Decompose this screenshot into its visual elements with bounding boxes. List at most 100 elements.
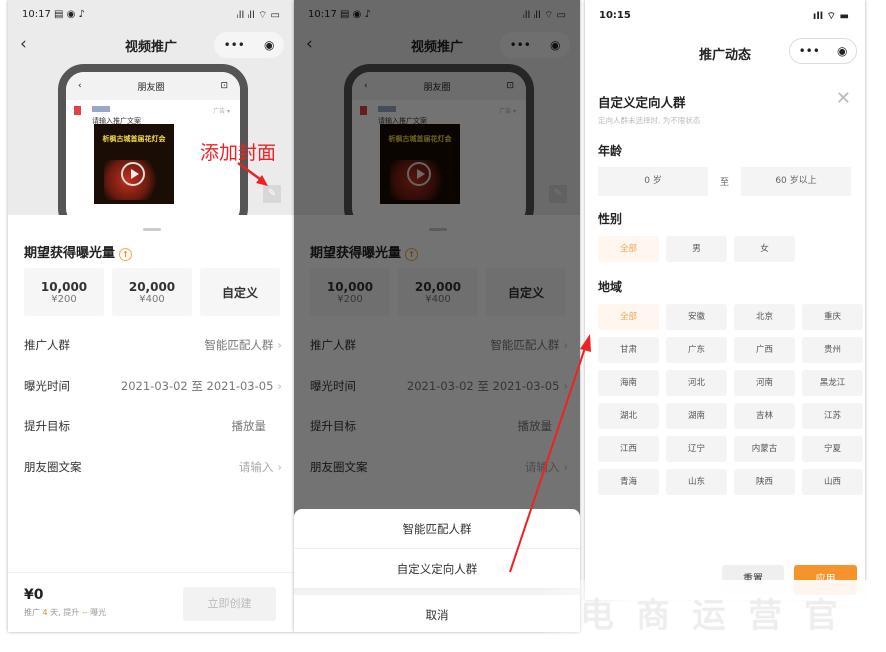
option-price: ¥400 — [139, 293, 165, 305]
row-goal: 提升目标 播放量 — [24, 418, 282, 438]
region-chip[interactable]: 陕西 — [734, 469, 795, 495]
summary-suffix: 曝光 — [87, 608, 107, 617]
gender-options: 全部男女 — [598, 236, 851, 262]
dialog-title: 自定义定向人群 — [598, 95, 686, 110]
row-label: 朋友圈文案 — [24, 460, 82, 474]
edit-cover-button[interactable]: ✎ — [263, 185, 281, 203]
region-chip[interactable]: 江苏 — [802, 403, 863, 429]
preview-header: ‹ 朋友圈 ⊡ — [66, 72, 240, 100]
more-icon[interactable]: ••• — [799, 44, 820, 58]
region-title: 地域 — [598, 280, 623, 294]
age-separator: 至 — [719, 178, 729, 188]
region-chip[interactable]: 湖北 — [598, 403, 659, 429]
exposure-option[interactable]: 10,000 ¥200 — [24, 268, 104, 316]
record-icon[interactable]: ◉ — [264, 38, 274, 52]
row-exposure-time[interactable]: 曝光时间 2021-03-02 至 2021-03-05 › — [24, 378, 282, 398]
region-chip[interactable]: 辽宁 — [666, 436, 727, 462]
exposure-options: 10,000¥200 20,000¥400 自定义 — [24, 268, 280, 316]
row-value: 2021-03-02 至 2021-03-05 — [120, 379, 274, 393]
region-chip[interactable]: 广西 — [734, 337, 795, 363]
panel-video-promotion: 10:17 ▤ ◉ ♪ ᵢll ᵢll ⌔ ▭ ‹ 视频推广 ••• ◉ ‹ 朋… — [8, 0, 294, 632]
exposure-option[interactable]: 20,000 ¥400 — [112, 268, 192, 316]
video-thumbnail[interactable]: 析枫古城首届花灯会 — [94, 124, 174, 204]
region-chip[interactable]: 青海 — [598, 469, 659, 495]
region-chip[interactable]: 内蒙古 — [734, 436, 795, 462]
footer-bar: ¥0 推广 4 天, 提升 -- 曝光 立即创建 — [8, 572, 294, 632]
dialog-hint: 定向人群未选择时, 为不限状态 — [598, 116, 701, 125]
total-price: ¥0 — [24, 587, 44, 603]
preview-post: 广告 ▾ 请输入推广文案 — [66, 100, 240, 125]
row-label: 提升目标 — [24, 419, 70, 433]
gender-chip[interactable]: 全部 — [598, 236, 659, 262]
video-title: 析枫古城首届花灯会 — [102, 135, 166, 143]
region-chip[interactable]: 河北 — [666, 370, 727, 396]
region-chip[interactable]: 甘肃 — [598, 337, 659, 363]
annotation-add-cover: 添加封面 — [200, 142, 277, 164]
camera-icon: ⊡ — [220, 81, 228, 91]
region-options: 全部 安徽 北京 重庆甘肃 广东 广西 贵州海南 河北 河南 黑龙江湖北 湖南 吉林 江苏江西 辽宁 内蒙古… — [598, 304, 863, 495]
preview-area: 10:17 ▤ ◉ ♪ ᵢll ᵢll ⌔ ▭ ‹ 视频推广 ••• ◉ ‹ 朋… — [8, 0, 294, 234]
summary-text: 推广 4 天, 提升 -- 曝光 — [24, 607, 106, 618]
ad-tag: 广告 ▾ — [213, 108, 230, 115]
status-bar: 10:17 ▤ ◉ ♪ ᵢll ᵢll ⌔ ▭ — [22, 9, 280, 22]
custom-option[interactable]: 自定义 — [200, 268, 280, 316]
record-icon[interactable]: ◉ — [837, 44, 847, 58]
region-chip[interactable]: 黑龙江 — [802, 370, 863, 396]
gender-chip[interactable]: 女 — [734, 236, 795, 262]
region-chip[interactable]: 北京 — [734, 304, 795, 330]
action-smart-audience[interactable]: 智能匹配人群 — [294, 509, 580, 549]
chevron-right-icon: › — [277, 460, 282, 474]
region-chip[interactable]: 宁夏 — [802, 436, 863, 462]
region-chip[interactable]: 江西 — [598, 436, 659, 462]
region-chip[interactable]: 山西 — [802, 469, 863, 495]
avatar — [74, 106, 81, 115]
watermark: 电商运营官 — [540, 580, 886, 652]
summary-mid: 天, 提升 — [47, 608, 82, 617]
chevron-right-icon: › — [277, 379, 282, 393]
region-chip[interactable]: 安徽 — [666, 304, 727, 330]
capsule-menu: ••• ◉ — [214, 32, 284, 58]
region-chip[interactable]: 贵州 — [802, 337, 863, 363]
age-range: 0 岁 至 60 岁以上 — [598, 167, 851, 196]
gender-title: 性别 — [598, 212, 623, 226]
row-value: 请输入 — [238, 460, 274, 474]
status-time: 10:15 — [599, 10, 631, 21]
create-button[interactable]: 立即创建 — [183, 587, 276, 621]
close-icon[interactable]: ✕ — [836, 88, 851, 109]
preview-title: 朋友圈 — [137, 82, 165, 93]
notification-icons: ▤ ◉ ♪ — [54, 9, 85, 20]
region-chip[interactable]: 广东 — [666, 337, 727, 363]
signal-icons: ıll ⌔ ▬ — [812, 11, 849, 22]
nav-bar: ‹ 视频推广 ••• ◉ — [8, 32, 294, 58]
age-to-input[interactable]: 60 岁以上 — [740, 167, 851, 196]
row-value: 智能匹配人群 — [204, 338, 274, 352]
row-moments-copy[interactable]: 朋友圈文案 请输入 › — [24, 459, 282, 479]
region-chip[interactable]: 重庆 — [802, 304, 863, 330]
cancel-button[interactable]: 取消 — [294, 595, 580, 632]
chevron-right-icon: › — [277, 338, 282, 352]
region-chip[interactable]: 湖南 — [666, 403, 727, 429]
action-custom-audience[interactable]: 自定义定向人群 — [294, 549, 580, 589]
region-chip[interactable]: 全部 — [598, 304, 659, 330]
age-from-input[interactable]: 0 岁 — [598, 167, 708, 196]
capsule-menu: ••• ◉ — [789, 38, 857, 64]
info-icon[interactable]: ↑ — [119, 248, 133, 261]
preview-back-icon: ‹ — [78, 81, 82, 91]
status-time: 10:17 — [22, 9, 51, 20]
region-chip[interactable]: 山东 — [666, 469, 727, 495]
option-count: 20,000 — [128, 279, 176, 294]
play-icon[interactable] — [121, 162, 145, 186]
region-chip[interactable]: 河南 — [734, 370, 795, 396]
panel-custom-audience: 10:15 ıll ⌔ ▬ 推广动态 ••• ◉ 自定义定向人群 定向人群未选择… — [585, 0, 865, 600]
more-icon[interactable]: ••• — [224, 38, 245, 52]
row-value: 播放量 — [231, 419, 267, 433]
drag-handle[interactable] — [143, 228, 161, 231]
row-label: 曝光时间 — [24, 379, 70, 393]
age-title: 年龄 — [598, 144, 623, 158]
region-chip[interactable]: 海南 — [598, 370, 659, 396]
status-bar: 10:15 ıll ⌔ ▬ — [599, 10, 849, 23]
gender-chip[interactable]: 男 — [666, 236, 727, 262]
action-sheet: 智能匹配人群 自定义定向人群 取消 — [294, 509, 580, 632]
region-chip[interactable]: 吉林 — [734, 403, 795, 429]
row-audience[interactable]: 推广人群 智能匹配人群 › — [24, 337, 282, 357]
